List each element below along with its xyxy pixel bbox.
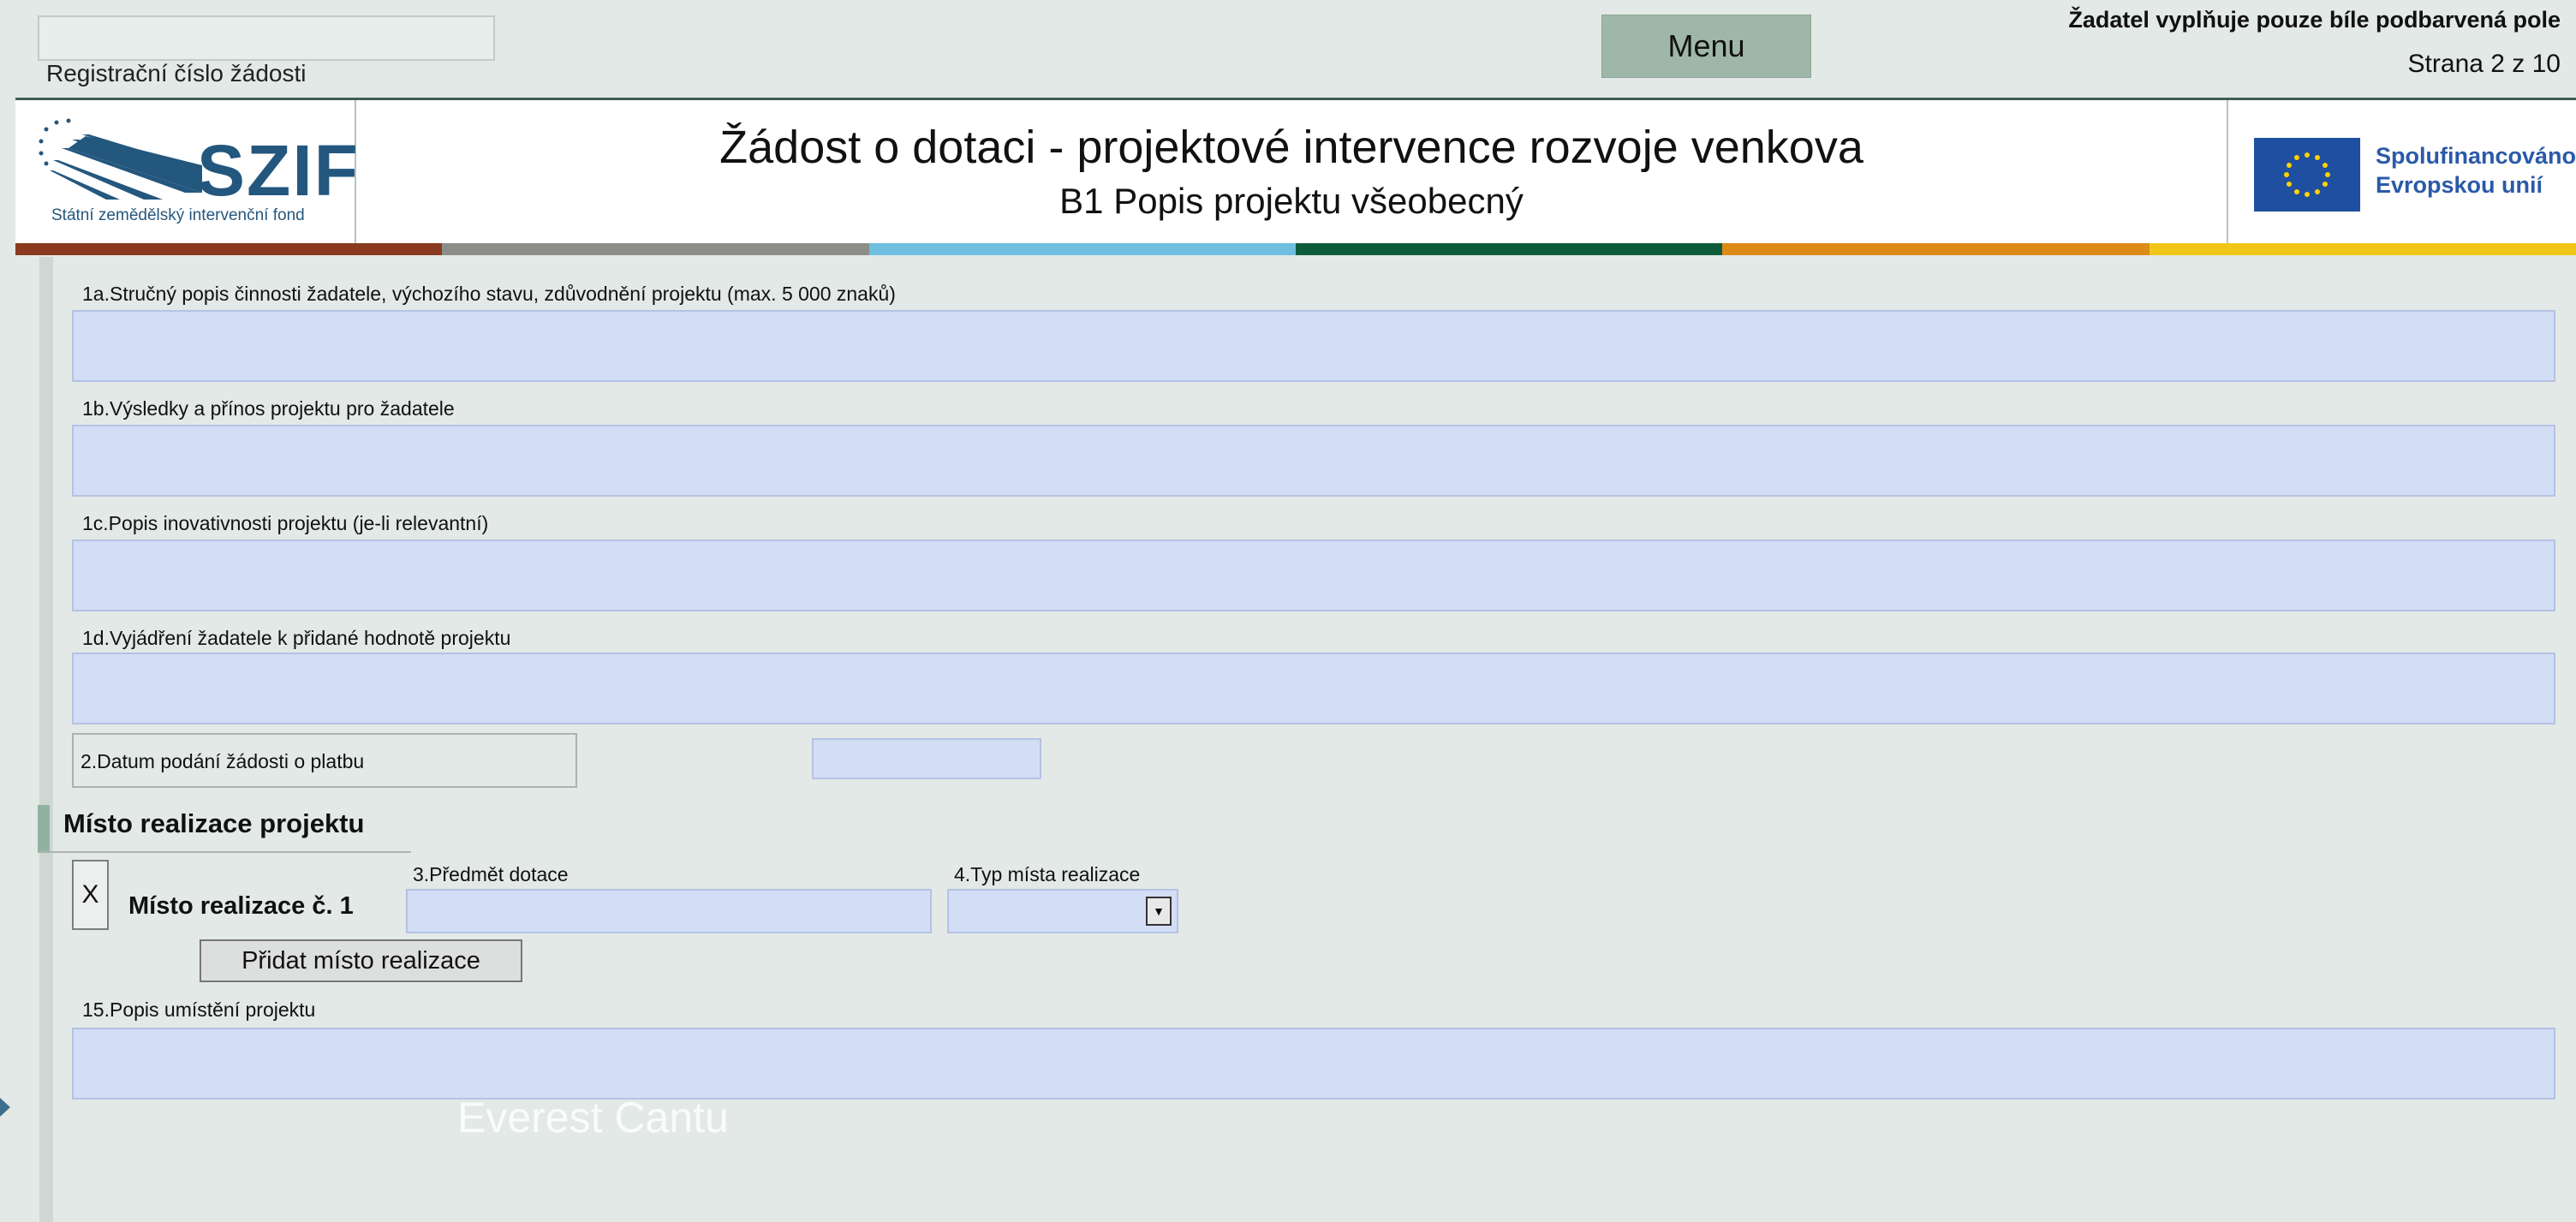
section-marker	[38, 805, 50, 851]
stripe-segment	[15, 243, 443, 255]
eu-cofinancing-logo: Spolufinancováno Evropskou unií	[2227, 100, 2576, 246]
field-1d-textarea[interactable]	[72, 653, 2555, 724]
stripe-segment	[1295, 243, 1723, 255]
field-1a-label: 1a.Stručný popis činnosti žadatele, vých…	[82, 283, 896, 305]
applicant-notice: Žadatel vyplňuje pouze bíle podbarvená p…	[2068, 7, 2561, 33]
szif-logo: SZIF Státní zemědělský intervenční fond	[15, 100, 358, 246]
form-title: Žádost o dotaci - projektové intervence …	[719, 122, 1863, 173]
place-type-select[interactable]: ▼	[947, 889, 1178, 933]
page-indicator: Strana 2 z 10	[2407, 50, 2561, 78]
registration-number-input[interactable]	[38, 15, 495, 61]
field-1a-textarea[interactable]	[72, 310, 2555, 382]
stripe-segment	[442, 243, 869, 255]
menu-button[interactable]: Menu	[1601, 15, 1811, 78]
subject-input[interactable]	[406, 889, 932, 933]
eu-flag-icon	[2254, 138, 2360, 212]
stripe-segment	[2149, 243, 2576, 255]
registration-number-label: Registrační číslo žádosti	[46, 60, 307, 86]
left-gutter	[39, 257, 53, 1222]
form-header: SZIF Státní zemědělský intervenční fond …	[15, 98, 2576, 246]
color-stripe	[15, 243, 2576, 255]
szif-fields-icon	[39, 118, 202, 200]
place-number-label: Místo realizace č. 1	[128, 892, 354, 920]
field-2-label-box: 2.Datum podání žádosti o platbu	[72, 733, 577, 788]
stripe-segment	[1722, 243, 2150, 255]
field-1b-label: 1b.Výsledky a přínos projektu pro žadate…	[82, 397, 455, 420]
payment-request-date-input[interactable]	[812, 738, 1041, 779]
field-2-label: 2.Datum podání žádosti o platbu	[80, 750, 365, 772]
section-title: Místo realizace projektu	[63, 808, 365, 838]
eu-text-line2: Evropskou unií	[2376, 172, 2543, 198]
watermark-text: Everest Cantu	[457, 1094, 729, 1142]
chevron-down-icon[interactable]: ▼	[1146, 897, 1172, 926]
stripe-segment	[868, 243, 1296, 255]
add-place-button[interactable]: Přidat místo realizace	[200, 939, 522, 982]
field-1c-label: 1c.Popis inovativnosti projektu (je-li r…	[82, 512, 489, 534]
play-arrow-icon[interactable]	[0, 1098, 10, 1117]
szif-logo-subtitle: Státní zemědělský intervenční fond	[51, 206, 305, 224]
field-15-textarea[interactable]	[72, 1028, 2555, 1100]
field-1d-label: 1d.Vyjádření žadatele k přidané hodnotě …	[82, 627, 511, 649]
szif-logo-text: SZIF	[197, 130, 360, 211]
form-subtitle: B1 Popis projektu všeobecný	[1059, 181, 1524, 221]
field-1c-textarea[interactable]	[72, 539, 2555, 611]
field-15-label: 15.Popis umístění projektu	[82, 998, 316, 1021]
field-1b-textarea[interactable]	[72, 425, 2555, 497]
remove-place-button[interactable]: X	[72, 860, 109, 930]
eu-text-line1: Spolufinancováno	[2376, 143, 2576, 169]
subject-label: 3.Předmět dotace	[413, 863, 569, 885]
place-type-label: 4.Typ místa realizace	[954, 863, 1141, 885]
